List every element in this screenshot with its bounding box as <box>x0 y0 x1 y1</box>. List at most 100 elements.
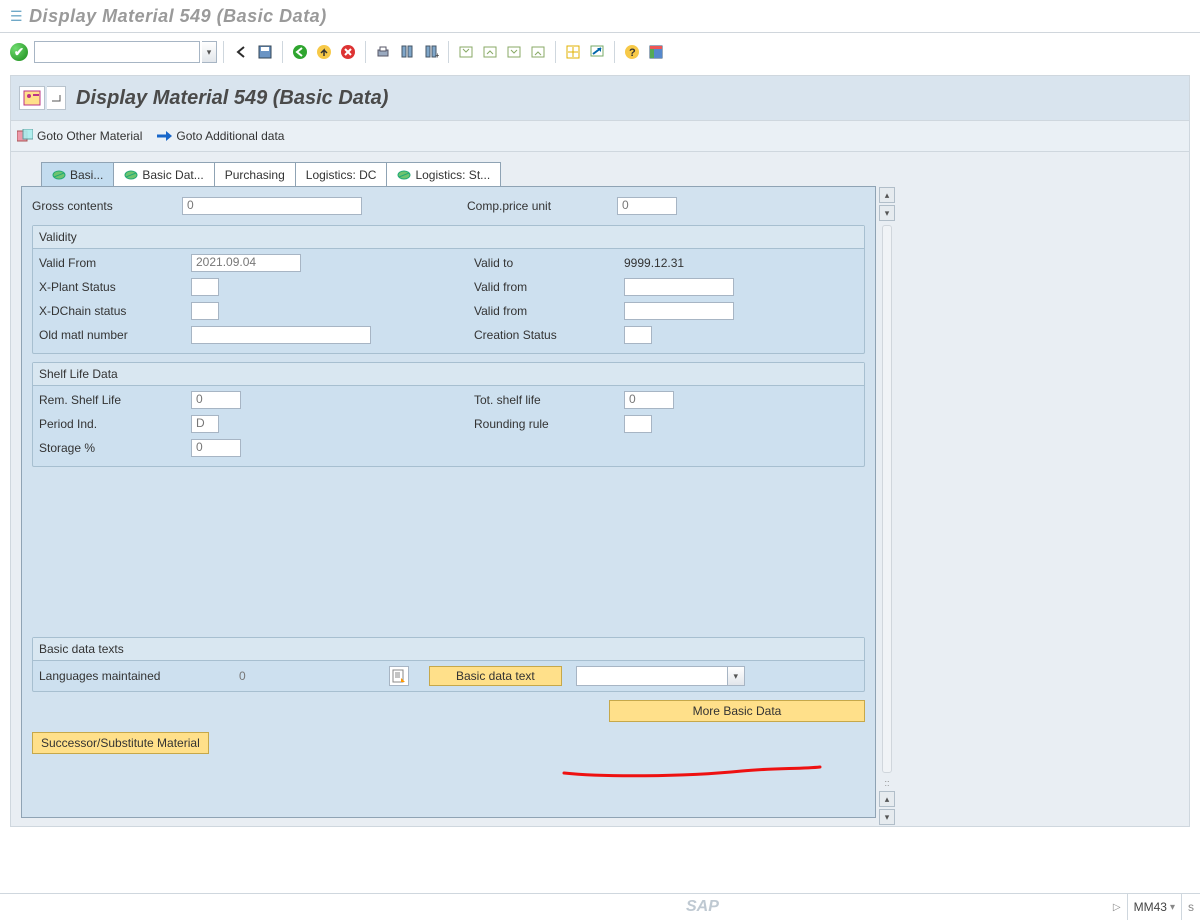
tab-label: Logistics: St... <box>415 168 490 182</box>
scroll-down-icon[interactable]: ▾ <box>879 205 895 221</box>
period-ind-value[interactable]: D <box>191 415 219 433</box>
back-icon[interactable] <box>230 41 252 63</box>
valid-from-label: Valid From <box>39 256 191 270</box>
application-shell: Display Material 549 (Basic Data) Goto O… <box>10 75 1190 827</box>
validity-group-title: Validity <box>33 226 864 249</box>
content-scrollbar[interactable]: ▴ ▾ :: ▴ ▾ <box>878 186 896 826</box>
valid-to-value: 9999.12.31 <box>624 256 684 270</box>
successor-substitute-button[interactable]: Successor/Substitute Material <box>32 732 209 754</box>
creation-status-label: Creation Status <box>474 328 624 342</box>
basic-data-text-dropdown[interactable]: ▾ <box>576 666 745 686</box>
text-edit-icon[interactable] <box>389 666 409 686</box>
scroll-track[interactable] <box>882 225 892 773</box>
valid-from-3-value[interactable] <box>624 302 734 320</box>
next-page-icon[interactable] <box>503 41 525 63</box>
shelf-life-group: Shelf Life Data Rem. Shelf Life 0 Tot. s… <box>32 362 865 467</box>
tab-label: Basi... <box>70 168 103 182</box>
app-dropdown-icon[interactable] <box>47 86 66 110</box>
scroll-up-icon[interactable]: ▴ <box>879 187 895 203</box>
svg-text:+: + <box>435 51 439 60</box>
rounding-rule-label: Rounding rule <box>474 417 624 431</box>
creation-status-value[interactable] <box>624 326 652 344</box>
title-bar: ☰ Display Material 549 (Basic Data) <box>0 0 1200 32</box>
arrow-right-icon <box>156 129 172 143</box>
tot-shelf-life-label: Tot. shelf life <box>474 393 624 407</box>
status-expand-icon[interactable]: ▷ <box>1113 902 1121 913</box>
xdchain-status-label: X-DChain status <box>39 304 191 318</box>
material-icon <box>17 129 33 143</box>
separator <box>365 41 366 63</box>
languages-maintained-label: Languages maintained <box>39 669 239 683</box>
comp-price-unit-label: Comp.price unit <box>467 199 617 213</box>
basic-data-texts-group: Basic data texts Languages maintained 0 … <box>32 637 865 692</box>
back-green-icon[interactable] <box>289 41 311 63</box>
tab-label: Logistics: DC <box>306 168 377 182</box>
scroll-down-2-icon[interactable]: ▾ <box>879 809 895 825</box>
xdchain-status-value[interactable] <box>191 302 219 320</box>
separator <box>555 41 556 63</box>
shortcut-icon[interactable] <box>586 41 608 63</box>
scroll-grip-icon[interactable]: :: <box>884 778 889 788</box>
app-header: Display Material 549 (Basic Data) <box>11 76 1189 121</box>
print-icon[interactable] <box>372 41 394 63</box>
tcode-indicator[interactable]: MM43 ▾ <box>1127 894 1182 920</box>
tab-leaf-icon <box>52 168 66 182</box>
exit-icon[interactable] <box>313 41 335 63</box>
system-toolbar: ✔ ▾ + ? <box>0 33 1200 71</box>
goto-other-material-button[interactable]: Goto Other Material <box>17 129 142 143</box>
help-icon[interactable]: ? <box>621 41 643 63</box>
gross-contents-value[interactable]: 0 <box>182 197 362 215</box>
goto-additional-data-button[interactable]: Goto Additional data <box>156 129 284 143</box>
tab-logistics-dc[interactable]: Logistics: DC <box>295 162 388 186</box>
rem-shelf-life-value[interactable]: 0 <box>191 391 241 409</box>
languages-maintained-value: 0 <box>239 669 389 683</box>
tab-leaf-icon <box>124 168 138 182</box>
find-next-icon[interactable]: + <box>420 41 442 63</box>
valid-from-2-value[interactable] <box>624 278 734 296</box>
basic-data-text-button[interactable]: Basic data text <box>429 666 562 686</box>
gross-contents-label: Gross contents <box>32 199 182 213</box>
separator <box>223 41 224 63</box>
tab-strip: Basi... Basic Dat... Purchasing Logistic… <box>41 162 876 186</box>
tab-leaf-icon <box>397 168 411 182</box>
status-bar: SAP ▷ MM43 ▾ s <box>0 893 1200 920</box>
command-field[interactable] <box>34 41 200 63</box>
tab-panel: Gross contents 0 Comp.price unit 0 Valid… <box>21 186 876 818</box>
comp-price-unit-value[interactable]: 0 <box>617 197 677 215</box>
layout-icon[interactable] <box>645 41 667 63</box>
find-icon[interactable] <box>396 41 418 63</box>
window-title: Display Material 549 (Basic Data) <box>29 6 327 27</box>
chevron-down-icon[interactable]: ▾ <box>1170 902 1175 913</box>
old-matl-number-value[interactable] <box>191 326 371 344</box>
chevron-down-icon[interactable]: ▾ <box>728 666 745 686</box>
tot-shelf-life-value[interactable]: 0 <box>624 391 674 409</box>
system-menu-icon[interactable]: ☰ <box>10 8 23 25</box>
save-icon[interactable] <box>254 41 276 63</box>
last-page-icon[interactable] <box>527 41 549 63</box>
xplant-status-label: X-Plant Status <box>39 280 191 294</box>
xplant-status-value[interactable] <box>191 278 219 296</box>
shelf-life-group-title: Shelf Life Data <box>33 363 864 386</box>
app-icon[interactable] <box>19 86 45 110</box>
new-session-icon[interactable] <box>562 41 584 63</box>
tab-label: Purchasing <box>225 168 285 182</box>
first-page-icon[interactable] <box>455 41 477 63</box>
scroll-up-2-icon[interactable]: ▴ <box>879 791 895 807</box>
tab-basic-1[interactable]: Basi... <box>41 162 114 186</box>
prev-page-icon[interactable] <box>479 41 501 63</box>
validity-group: Validity Valid From 2021.09.04 Valid to … <box>32 225 865 354</box>
command-field-dropdown-icon[interactable]: ▾ <box>202 41 217 63</box>
tab-logistics-st[interactable]: Logistics: St... <box>386 162 501 186</box>
valid-to-label: Valid to <box>474 256 624 270</box>
tcode-value: MM43 <box>1134 900 1167 914</box>
enter-icon[interactable]: ✔ <box>10 43 28 61</box>
dropdown-value[interactable] <box>576 666 728 686</box>
tab-purchasing[interactable]: Purchasing <box>214 162 296 186</box>
goto-other-material-label: Goto Other Material <box>37 129 142 143</box>
valid-from-value[interactable]: 2021.09.04 <box>191 254 301 272</box>
cancel-icon[interactable] <box>337 41 359 63</box>
more-basic-data-button[interactable]: More Basic Data <box>609 700 865 722</box>
rounding-rule-value[interactable] <box>624 415 652 433</box>
tab-basic-2[interactable]: Basic Dat... <box>113 162 214 186</box>
storage-pct-value[interactable]: 0 <box>191 439 241 457</box>
